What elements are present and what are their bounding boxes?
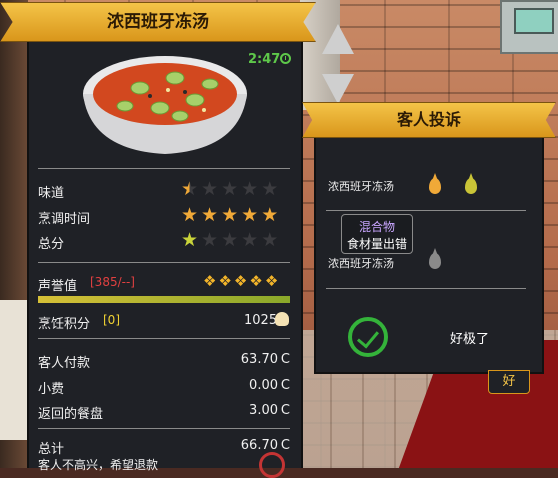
star-full-icon: ★	[241, 204, 259, 226]
star-empty-icon: ★	[261, 178, 279, 200]
shelf	[0, 300, 30, 440]
star-rating: ★ ★ ★ ★ ★	[181, 231, 278, 250]
terminal-screen	[514, 8, 554, 34]
star-full-icon: ★	[201, 204, 219, 226]
payment-label: 小费	[38, 382, 65, 397]
star-empty-icon: ★	[241, 178, 259, 200]
oil-drop-icon	[465, 178, 477, 194]
star-full-icon: ★	[181, 229, 199, 251]
complaint-dish-name: 浓西班牙冻汤	[328, 180, 394, 193]
refund-request-text: 客人不高兴，希望退款	[38, 458, 159, 472]
divider	[38, 168, 290, 169]
rating-label: 烹调时间	[38, 212, 91, 227]
reputation-gem-icon: ❖	[264, 272, 279, 290]
rating-row-total: 总分 ★ ★ ★ ★ ★	[38, 231, 290, 253]
payment-amount: 63.70	[240, 352, 278, 367]
star-empty-icon: ★	[221, 229, 239, 251]
star-full-icon: ★	[261, 204, 279, 226]
rating-row-taste: 味道 ★ ★ ★ ★ ★	[38, 180, 290, 202]
star-full-icon: ★	[221, 204, 239, 226]
divider	[38, 428, 290, 429]
payment-amount: 3.00	[249, 403, 278, 418]
dish-title-banner: 浓西班牙冻汤	[0, 2, 316, 42]
currency-icon: C	[280, 352, 290, 367]
total-row: 总计 66.70 C	[38, 438, 290, 457]
terminal-machine	[500, 0, 558, 54]
star-empty-icon: ★	[201, 178, 219, 200]
divider	[326, 210, 526, 211]
cooking-points-label: 烹饪积分	[38, 317, 91, 332]
complaint-title: 客人投诉	[396, 110, 461, 129]
rating-label: 总分	[38, 237, 65, 252]
reputation-gem-icon: ❖	[249, 272, 263, 290]
reputation-icons: ❖ ❖ ❖ ❖ ❖	[203, 272, 278, 290]
star-full-icon: ★	[181, 204, 199, 226]
payment-row: 小费 0.00 C	[38, 378, 290, 397]
currency-icon: C	[280, 378, 290, 393]
soup-bowl-image	[83, 56, 247, 154]
complaint-tag: 混合物 食材量出错	[341, 214, 413, 254]
payment-label: 返回的餐盘	[38, 407, 104, 422]
divider	[38, 338, 290, 339]
complaint-tag-type: 混合物	[358, 220, 395, 234]
reputation-gem-icon: ❖	[233, 272, 248, 290]
star-rating: ★ ★ ★ ★ ★	[181, 206, 278, 225]
reputation-label: 声誉值	[38, 279, 78, 294]
divider	[38, 262, 290, 263]
star-empty-icon: ★	[221, 178, 239, 200]
reputation-progress-fill	[38, 296, 290, 303]
star-empty-icon: ★	[201, 229, 219, 251]
verdict-text: 好极了	[450, 332, 490, 347]
star-half-icon: ★	[181, 178, 199, 200]
ok-button[interactable]: 好	[488, 370, 530, 394]
oil-drop-icon	[429, 178, 441, 194]
reject-refund-icon[interactable]	[259, 452, 285, 478]
total-label: 总计	[38, 442, 65, 457]
divider	[326, 288, 526, 289]
star-rating: ★ ★ ★ ★ ★	[181, 180, 278, 199]
dish-title: 浓西班牙冻汤	[107, 12, 209, 32]
currency-icon: C	[280, 403, 290, 418]
star-empty-icon: ★	[261, 229, 279, 251]
payment-row: 客人付款 63.70 C	[38, 352, 290, 371]
reputation-gem-icon: ❖	[203, 272, 217, 290]
reputation-value: [385/--]	[90, 275, 135, 289]
complaint-tag-text: 食材量出错	[346, 237, 407, 251]
rating-label: 味道	[38, 186, 65, 201]
timer-text: 2:47	[248, 52, 281, 67]
rating-row-cook-time: 烹调时间 ★ ★ ★ ★ ★	[38, 206, 290, 228]
complaint-dish-name: 浓西班牙冻汤	[328, 257, 394, 270]
total-amount: 66.70	[240, 438, 278, 453]
currency-icon: C	[280, 438, 290, 453]
complaint-title-banner: 客人投诉	[302, 102, 556, 138]
reputation-gem-icon: ❖	[218, 272, 232, 290]
payment-amount: 0.00	[249, 378, 278, 393]
oil-drop-icon	[429, 253, 441, 269]
reputation-progress-bar	[38, 296, 290, 303]
star-empty-icon: ★	[241, 229, 259, 251]
chef-hat-icon	[275, 312, 289, 326]
stopwatch-icon	[280, 53, 291, 64]
approve-check-icon[interactable]	[348, 317, 388, 357]
payment-label: 客人付款	[38, 356, 91, 371]
payment-row: 返回的餐盘 3.00 C	[38, 403, 290, 422]
cooking-points-bracket: [0]	[103, 313, 120, 327]
cooking-points-value: 1025	[244, 313, 278, 328]
